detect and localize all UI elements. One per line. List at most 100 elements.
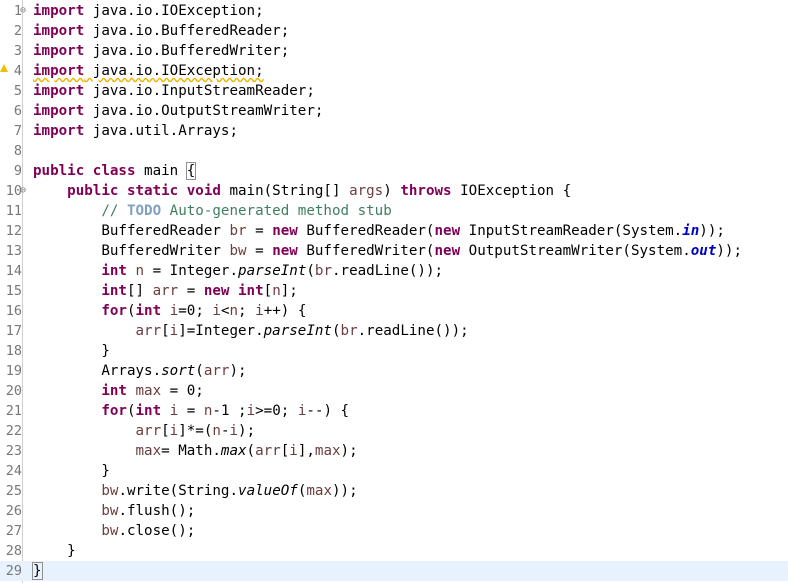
code-token: max — [135, 443, 162, 459]
code-text[interactable]: import java.io.IOException; — [33, 1, 264, 21]
code-token: import — [33, 3, 85, 19]
code-text[interactable]: max= Math.max(arr[i],max); — [33, 441, 358, 461]
code-line[interactable]: 21 for(int i = n-1 ;i>=0; i--) { — [0, 401, 788, 421]
code-text[interactable]: Arrays.sort(arr); — [33, 361, 246, 381]
code-text[interactable]: import java.io.IOException; — [33, 61, 264, 81]
line-number: 1 — [13, 3, 22, 19]
code-line[interactable]: 4 import java.io.IOException; — [0, 61, 788, 81]
code-line[interactable]: 16 for(int i=0; i<n; i++) { — [0, 301, 788, 321]
code-text[interactable]: } — [33, 341, 110, 361]
code-token: max — [135, 383, 162, 399]
code-line[interactable]: 5 import java.io.InputStreamReader; — [0, 81, 788, 101]
code-text[interactable]: BufferedReader br = new BufferedReader(n… — [33, 221, 725, 241]
code-token: public — [33, 163, 85, 179]
code-editor[interactable]: 1 ⊖ import java.io.IOException; 2 import jav… — [0, 0, 788, 583]
code-line[interactable]: 25 bw.write(String.valueOf(max)); — [0, 481, 788, 501]
code-token: ]; — [280, 283, 298, 299]
code-line[interactable]: 22 arr[i]*=(n-i); — [0, 421, 788, 441]
code-text[interactable]: bw.flush(); — [33, 501, 195, 521]
code-line[interactable]: 13 BufferedWriter bw = new BufferedWrite… — [0, 241, 788, 261]
code-line[interactable]: 26 bw.flush(); — [0, 501, 788, 521]
code-line[interactable]: 20 int max = 0; — [0, 381, 788, 401]
code-token: arr — [255, 443, 281, 459]
line-number: 17 — [5, 323, 22, 339]
code-line[interactable]: 6 import java.io.OutputStreamWriter; — [0, 101, 788, 121]
code-token: = 0; — [161, 383, 204, 399]
code-text[interactable]: import java.io.BufferedWriter; — [33, 41, 289, 61]
code-line[interactable]: 3 import java.io.BufferedWriter; — [0, 41, 788, 61]
code-token: max — [314, 443, 341, 459]
code-token: arr — [135, 423, 162, 439]
code-token: // — [101, 203, 127, 219]
code-line[interactable]: 11 // TODO Auto-generated method stub — [0, 201, 788, 221]
code-token: = Integer. — [144, 263, 239, 279]
code-line[interactable]: 27 bw.close(); — [0, 521, 788, 541]
code-text[interactable]: int[] arr = new int[n]; — [33, 281, 298, 301]
code-line[interactable]: 7 import java.util.Arrays; — [0, 121, 788, 141]
code-line[interactable]: 14 int n = Integer.parseInt(br.readLine(… — [0, 261, 788, 281]
code-line[interactable]: 8 — [0, 141, 788, 161]
code-line[interactable]: 29} — [0, 561, 788, 581]
code-token: i — [169, 303, 179, 319]
code-line[interactable]: 28 } — [0, 541, 788, 561]
line-number: 6 — [13, 103, 22, 119]
code-token: class — [92, 163, 136, 179]
code-text[interactable]: } — [33, 541, 76, 561]
code-text[interactable]: } — [33, 461, 110, 481]
code-token: BufferedWriter( — [297, 243, 435, 259]
code-token: main — [135, 163, 187, 179]
code-token: i — [169, 323, 179, 339]
fold-toggle-icon[interactable]: ⊖ — [20, 1, 30, 21]
code-text[interactable]: for(int i = n-1 ;i>=0; i--) { — [33, 401, 349, 421]
code-text[interactable]: public class main { — [33, 161, 197, 181]
code-text[interactable]: for(int i=0; i<n; i++) { — [33, 301, 306, 321]
code-text[interactable]: } — [32, 561, 43, 581]
code-token: java.util.Arrays; — [84, 123, 238, 139]
code-text[interactable]: arr[i]=Integer.parseInt(br.readLine()); — [33, 321, 469, 341]
code-token: ); — [238, 423, 256, 439]
line-number: 26 — [5, 503, 22, 519]
code-line[interactable]: 10 ⊖ public static void main(String[] arg… — [0, 181, 788, 201]
code-text[interactable]: import java.util.Arrays; — [33, 121, 238, 141]
code-line[interactable]: 9 public class main { — [0, 161, 788, 181]
code-text[interactable]: public static void main(String[] args) t… — [33, 181, 571, 201]
code-line[interactable]: 2 import java.io.BufferedReader; — [0, 21, 788, 41]
code-text[interactable]: arr[i]*=(n-i); — [33, 421, 256, 441]
line-number: 9 — [13, 163, 22, 179]
code-line[interactable]: 15 int[] arr = new int[n]; — [0, 281, 788, 301]
code-text[interactable]: int n = Integer.parseInt(br.readLine()); — [33, 261, 443, 281]
line-number: 24 — [5, 463, 22, 479]
code-text[interactable]: BufferedWriter bw = new BufferedWriter(n… — [33, 241, 742, 261]
code-token: import — [33, 43, 85, 59]
code-text[interactable]: bw.write(String.valueOf(max)); — [33, 481, 357, 501]
code-line[interactable]: 17 arr[i]=Integer.parseInt(br.readLine()… — [0, 321, 788, 341]
code-token: sort — [161, 363, 196, 379]
code-token: >=0; — [255, 403, 298, 419]
code-token: = — [178, 403, 204, 419]
code-line[interactable]: 18 } — [0, 341, 788, 361]
code-line[interactable]: 1 ⊖ import java.io.IOException; — [0, 1, 788, 21]
line-number: 3 — [13, 43, 22, 59]
code-token: new — [272, 223, 298, 239]
code-text[interactable]: int max = 0; — [33, 381, 204, 401]
code-line[interactable]: 12 BufferedReader br = new BufferedReade… — [0, 221, 788, 241]
fold-toggle-icon[interactable]: ⊖ — [20, 181, 30, 201]
code-token: for — [101, 403, 127, 419]
code-text[interactable]: // TODO Auto-generated method stub — [33, 201, 391, 221]
code-token: n — [212, 423, 221, 439]
code-line[interactable]: 24 } — [0, 461, 788, 481]
code-text[interactable]: import java.io.OutputStreamWriter; — [33, 101, 323, 121]
code-text[interactable]: import java.io.BufferedReader; — [33, 21, 289, 41]
code-token: [ — [161, 423, 170, 439]
code-line[interactable]: 19 Arrays.sort(arr); — [0, 361, 788, 381]
code-text[interactable]: bw.close(); — [33, 521, 195, 541]
code-token: int — [101, 263, 127, 279]
code-token: [ — [263, 283, 273, 299]
code-text[interactable]: import java.io.InputStreamReader; — [33, 81, 315, 101]
code-line[interactable]: 23 max= Math.max(arr[i],max); — [0, 441, 788, 461]
code-token: )); — [699, 223, 725, 239]
code-token: bw — [101, 503, 119, 519]
